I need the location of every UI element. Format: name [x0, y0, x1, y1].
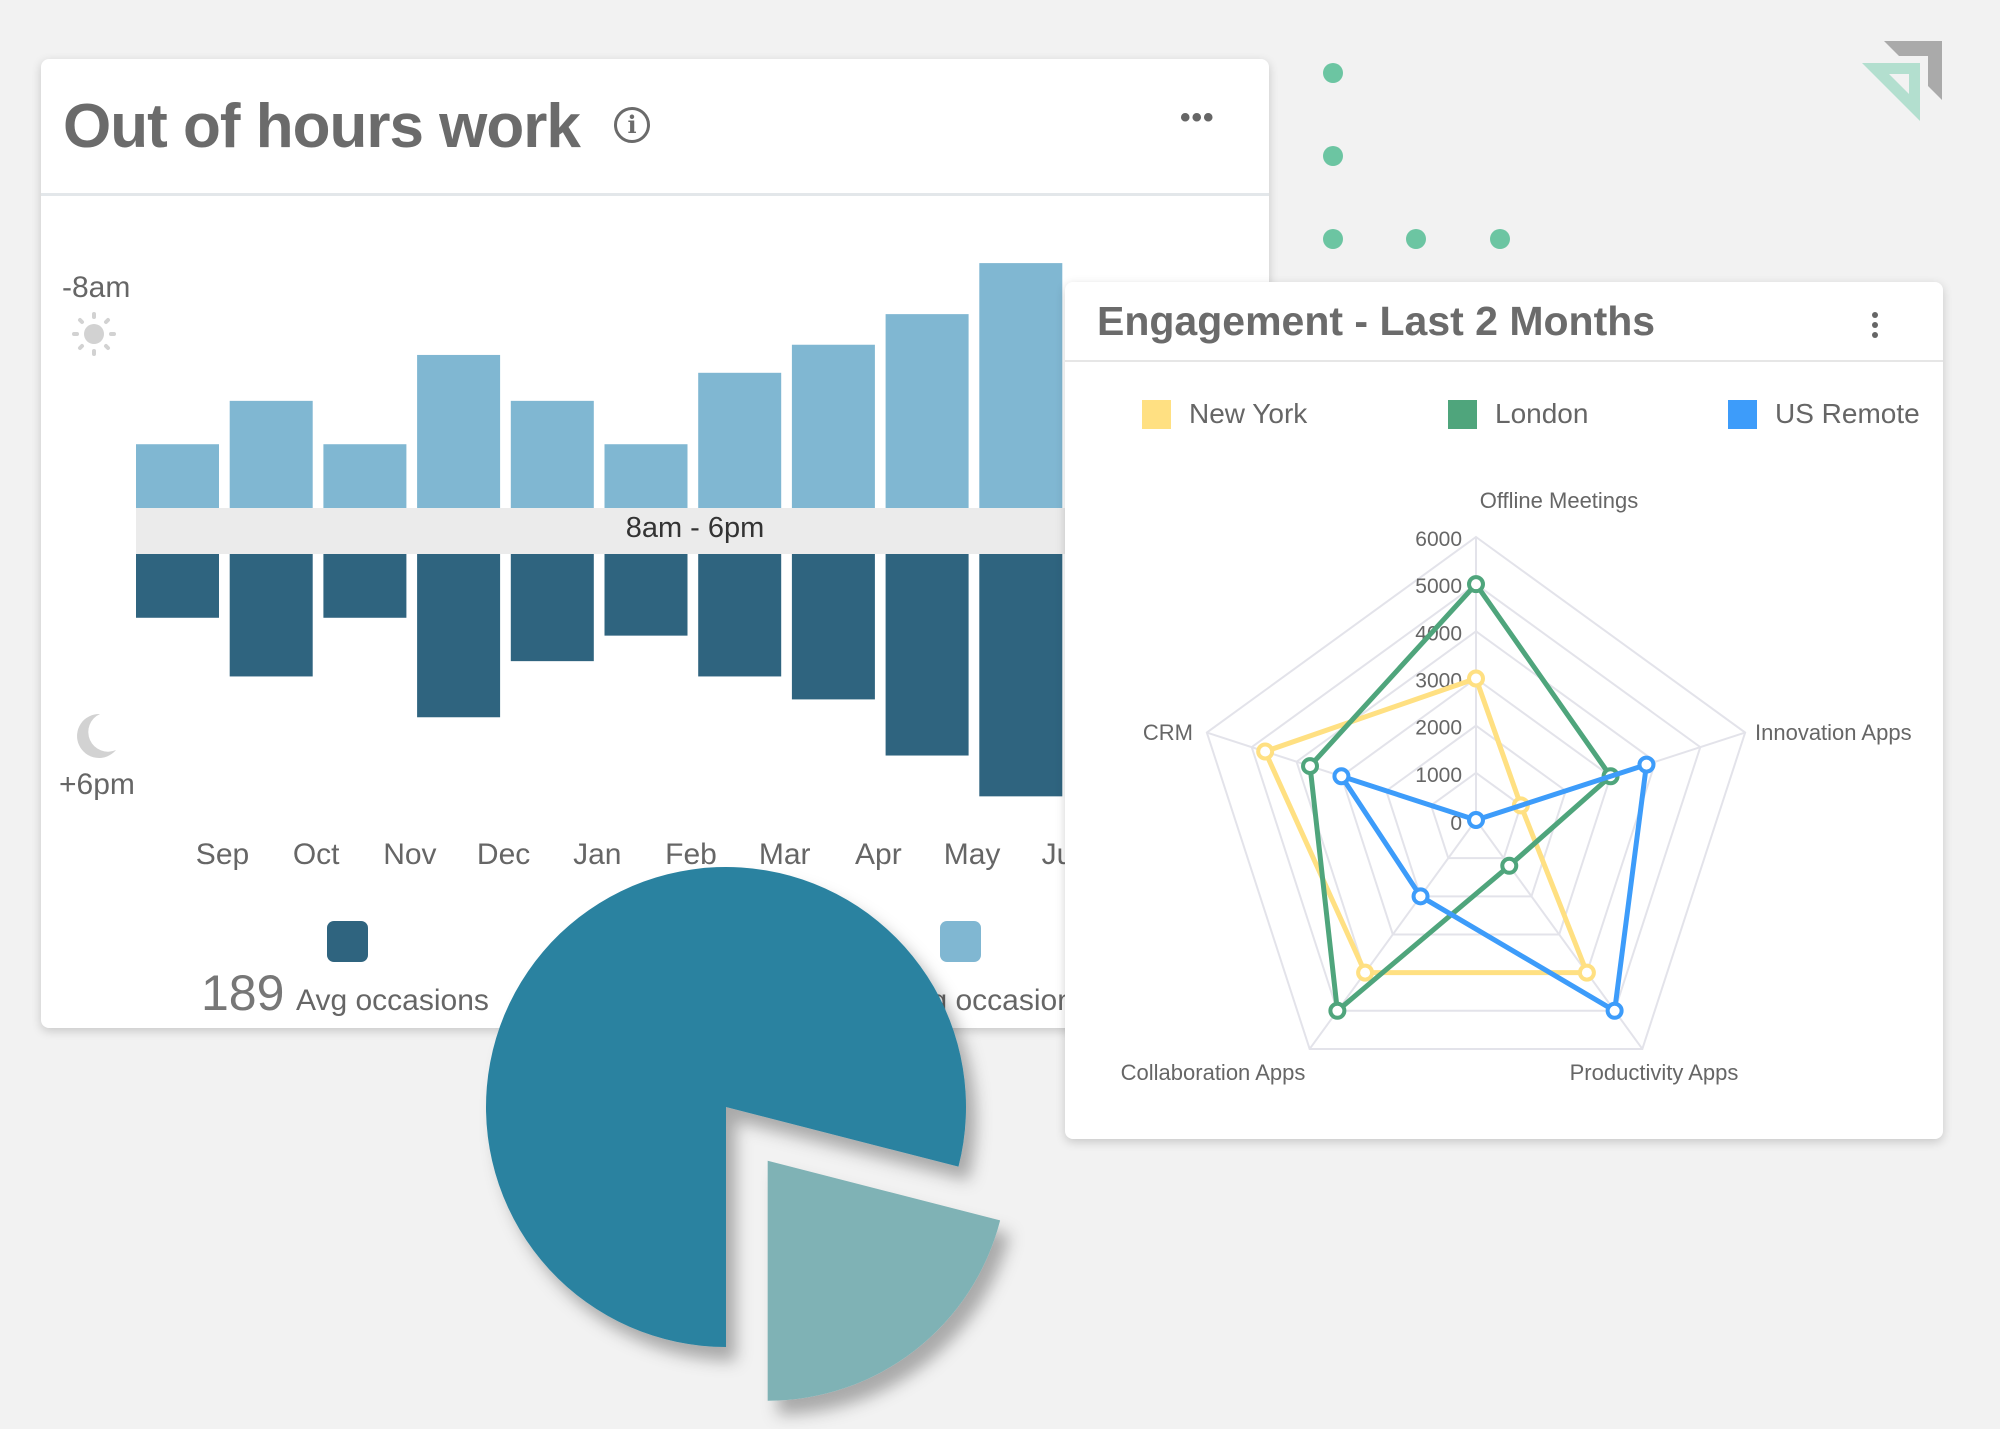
bar-after-6pm	[979, 554, 1063, 797]
bar-after-6pm	[604, 554, 688, 636]
bar-after-6pm	[885, 554, 969, 756]
bar-before-8am	[698, 372, 782, 508]
bar-before-8am	[323, 444, 407, 508]
legend-item-new-york[interactable]: New York	[1142, 398, 1307, 430]
card-title: Engagement - Last 2 Months	[1097, 298, 1656, 344]
legend-swatch	[1142, 399, 1171, 429]
out-of-hours-bar-chart	[136, 263, 1063, 797]
decor-dot	[1323, 229, 1343, 249]
bar-before-8am	[417, 354, 501, 508]
bar-after-6pm	[510, 554, 594, 662]
legend-label: New York	[1189, 398, 1308, 429]
bar-after-6pm	[417, 554, 501, 718]
decor-dot	[1406, 229, 1426, 249]
bar-after-6pm	[791, 554, 875, 700]
engagement-card: Engagement - Last 2 Months New York Lond…	[1065, 282, 1943, 1139]
bar-before-8am	[885, 314, 969, 508]
bar-before-8am	[604, 444, 688, 508]
card-header: Engagement - Last 2 Months	[1065, 282, 1943, 362]
legend-swatch	[1448, 399, 1477, 429]
legend-value: 189	[201, 965, 285, 1021]
bar-before-8am	[136, 444, 219, 508]
bar-before-8am	[510, 400, 594, 508]
bar-after-6pm	[698, 554, 782, 677]
bar-after-6pm	[229, 554, 313, 677]
legend-label: Avg occasions	[296, 984, 489, 1017]
bar-before-8am	[979, 263, 1063, 508]
legend-item-london[interactable]: London	[1448, 398, 1588, 430]
legend-swatch-dark	[327, 921, 368, 962]
legend-label: US Remote	[1775, 398, 1920, 429]
kebab-menu-icon[interactable]	[1872, 312, 1878, 342]
legend-swatch-light	[940, 921, 981, 962]
legend-item-us-remote[interactable]: US Remote	[1728, 398, 1920, 430]
decor-dot	[1323, 146, 1343, 166]
band-label: 8am - 6pm	[625, 512, 765, 544]
decor-dot	[1490, 229, 1510, 249]
legend-label: Avg occasions	[896, 984, 1089, 1017]
pie-slice	[767, 1160, 1001, 1401]
bar-before-8am	[229, 400, 313, 508]
legend-swatch	[1728, 399, 1757, 429]
bar-after-6pm	[136, 554, 219, 618]
bar-before-8am	[791, 344, 875, 508]
bar-after-6pm	[323, 554, 407, 618]
legend-label: London	[1495, 398, 1589, 429]
